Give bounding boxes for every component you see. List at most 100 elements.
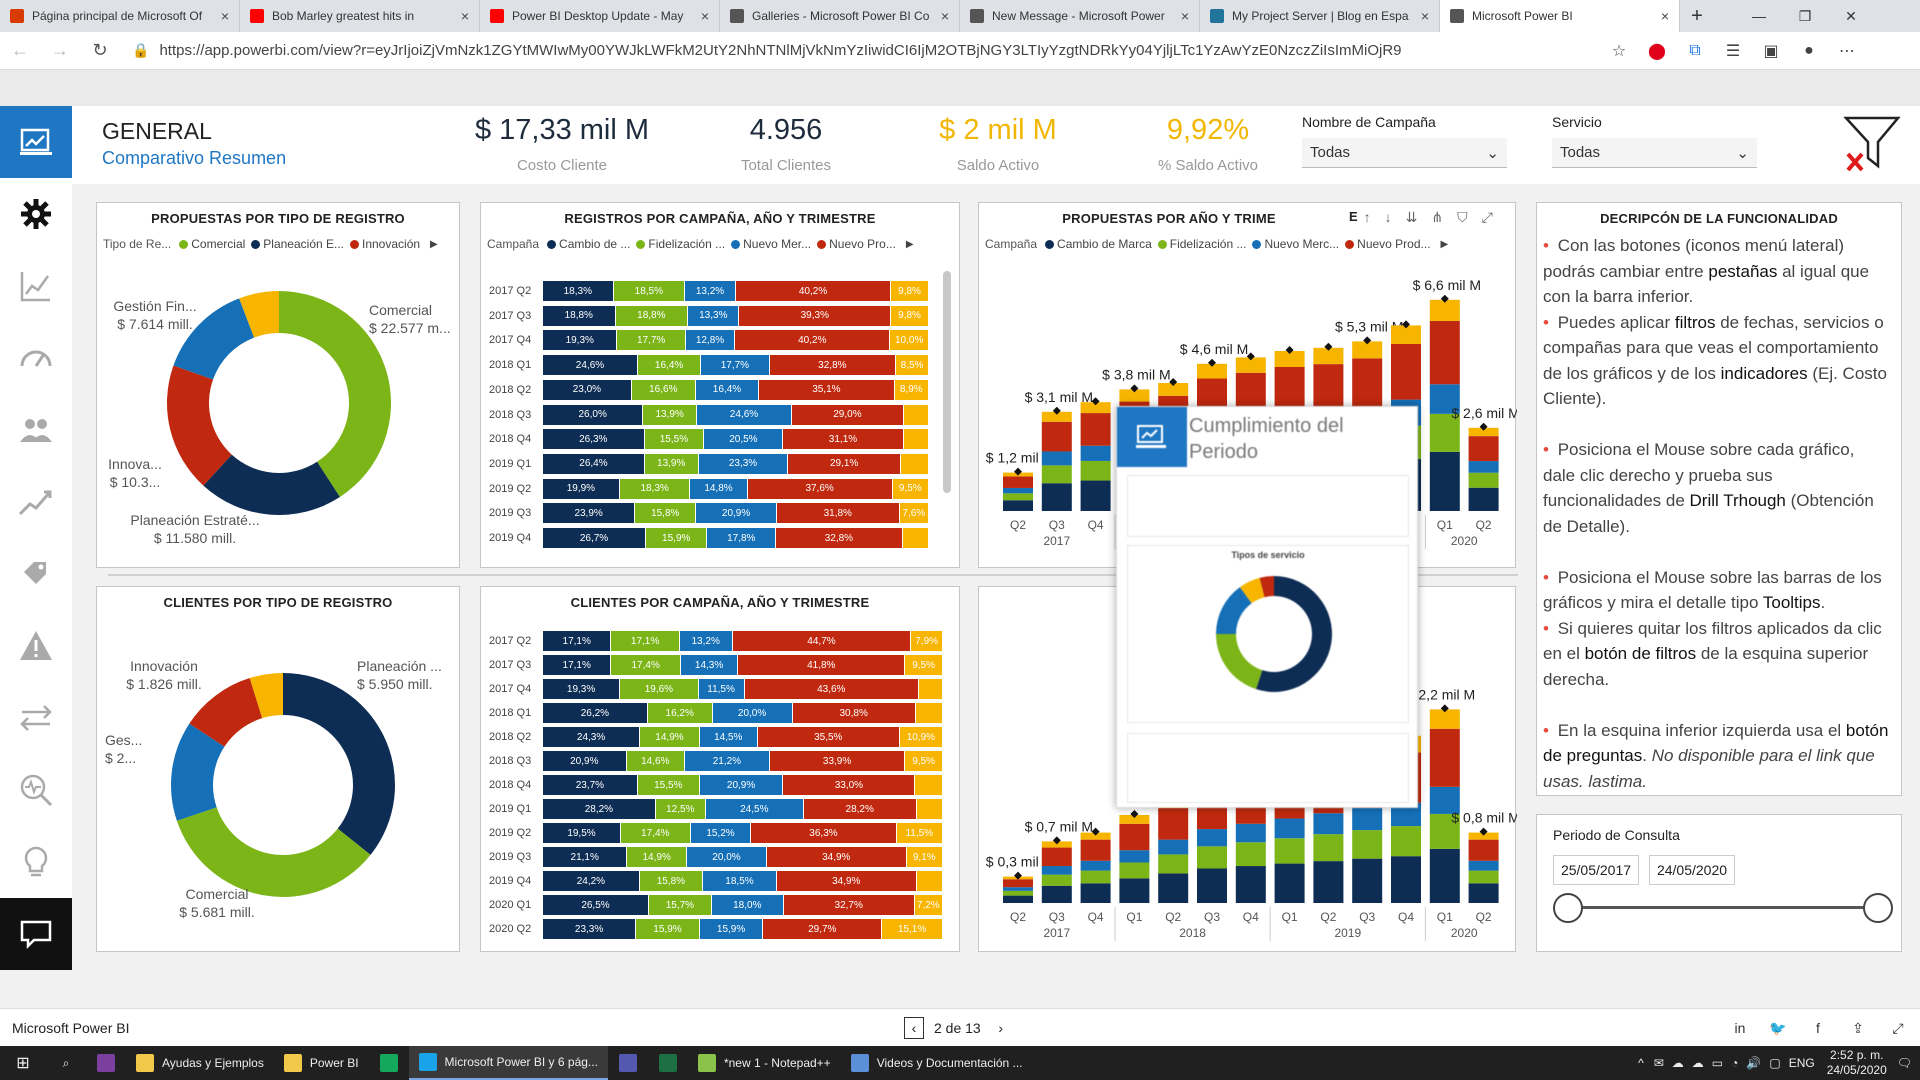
donut-slice[interactable]	[1216, 634, 1263, 690]
bar-segment[interactable]: 8,9%	[894, 379, 929, 400]
powerbi-desktop-app-icon[interactable]	[369, 1046, 409, 1080]
bar-segment[interactable]: 12,8%	[685, 330, 736, 351]
bar-segment[interactable]: 15,9%	[646, 528, 708, 548]
legend-item[interactable]: Cambio de ...	[547, 237, 630, 251]
browser-tab[interactable]: Galleries - Microsoft Power BI Co ×	[720, 0, 960, 32]
bar-segment[interactable]: 37,6%	[747, 478, 893, 499]
bar-segment[interactable]: 24,6%	[697, 404, 792, 425]
legend-item[interactable]: Nuevo Prod...	[1345, 237, 1431, 251]
bar-segment[interactable]: 24,5%	[705, 799, 804, 819]
column-segment[interactable]	[1468, 461, 1499, 473]
opera-extension-icon[interactable]: ⬤	[1638, 32, 1676, 70]
show-hidden-icons-icon[interactable]: ^	[1638, 1056, 1644, 1070]
bar-segment[interactable]: 14,9%	[640, 727, 700, 747]
bar-segment[interactable]: 35,5%	[757, 727, 900, 747]
column-segment[interactable]	[1468, 436, 1499, 462]
bar-segment[interactable]: 24,6%	[543, 355, 638, 376]
bar-segment[interactable]: 21,2%	[684, 751, 770, 771]
favorite-star-icon[interactable]: ☆	[1600, 32, 1638, 70]
column-segment[interactable]	[1158, 873, 1189, 903]
column-segment[interactable]	[1352, 807, 1383, 831]
bar-segment[interactable]: 19,3%	[543, 330, 618, 351]
nav-lightbulb-icon[interactable]	[0, 826, 72, 898]
propuestas-tipo-registro-panel[interactable]: PROPUESTAS POR TIPO DE REGISTRO Tipo de …	[96, 202, 460, 568]
nav-questions-chat-icon[interactable]	[0, 898, 72, 970]
legend-item[interactable]: Cambio de Marca	[1045, 237, 1152, 251]
bar-segment[interactable]: 14,3%	[680, 655, 739, 675]
registros-campana-panel[interactable]: REGISTROS POR CAMPAÑA, AÑO Y TRIMESTRE C…	[480, 202, 960, 568]
browser-tab[interactable]: Bob Marley greatest hits in ×	[240, 0, 480, 32]
outlook-tray-icon[interactable]: ✉	[1654, 1056, 1664, 1070]
bar-segment[interactable]: 26,3%	[543, 429, 645, 450]
column-segment[interactable]	[1429, 299, 1460, 321]
bar-segment[interactable]: 34,9%	[776, 871, 917, 891]
minimize-window-button[interactable]: —	[1736, 0, 1782, 32]
bar-segment[interactable]: 12,5%	[655, 799, 706, 819]
bar-segment[interactable]: 23,3%	[698, 453, 789, 474]
bar-segment[interactable]: 19,9%	[543, 478, 620, 499]
back-button[interactable]: ←	[0, 32, 40, 70]
bar-segment[interactable]: 28,2%	[543, 799, 656, 819]
stacked-bar-row[interactable]: 2017 Q4 19,3% 17,7% 12,8% 40,2% 10,0%	[487, 330, 929, 351]
column-segment[interactable]	[1197, 868, 1227, 903]
column-segment[interactable]	[1468, 472, 1499, 488]
stacked-bar-row[interactable]: 2019 Q4 26,7% 15,9% 17,8% 32,8%	[487, 528, 929, 548]
bar-segment[interactable]: 13,2%	[679, 631, 733, 651]
stacked-bar-row[interactable]: 2019 Q2 19,9% 18,3% 14,8% 37,6% 9,5%	[487, 478, 929, 499]
tab-close-icon[interactable]: ×	[221, 8, 229, 24]
stacked-bar-row[interactable]: 2017 Q4 19,3% 19,6% 11,5% 43,6%	[487, 679, 943, 699]
bar-segment[interactable]: 35,1%	[759, 379, 895, 400]
bar-segment[interactable]: 14,5%	[699, 727, 758, 747]
column-segment[interactable]	[1468, 860, 1499, 871]
meeting-icon[interactable]: ▢	[1769, 1056, 1780, 1070]
bar-segment[interactable]	[900, 453, 929, 474]
bar-segment[interactable]: 18,3%	[619, 478, 691, 499]
bar-segment[interactable]: 18,8%	[615, 305, 689, 326]
nav-warning-icon[interactable]	[0, 610, 72, 682]
favorites-list-icon[interactable]: ☰	[1714, 32, 1752, 70]
bar-segment[interactable]: 21,1%	[543, 847, 628, 867]
bar-segment[interactable]: 24,2%	[543, 871, 640, 891]
bar-segment[interactable]: 26,0%	[543, 404, 644, 425]
legend-item[interactable]: Planeación E...	[251, 237, 344, 251]
bar-segment[interactable]	[915, 703, 943, 723]
donut-chart[interactable]	[167, 669, 399, 901]
language-indicator[interactable]: ENG	[1789, 1056, 1815, 1070]
browser-tab[interactable]: New Message - Microsoft Power ×	[960, 0, 1200, 32]
new-tab-button[interactable]: +	[1680, 0, 1714, 32]
stacked-bar-row[interactable]: 2019 Q3 21,1% 14,9% 20,0% 34,9% 9,1%	[487, 847, 943, 867]
column-segment[interactable]	[1080, 883, 1111, 903]
bar-segment[interactable]: 17,8%	[707, 528, 777, 548]
taskbar-item-ayudas[interactable]: Ayudas y Ejemplos	[126, 1046, 274, 1080]
bar-segment[interactable]: 20,9%	[543, 751, 627, 771]
stacked-bar-row[interactable]: 2019 Q3 23,9% 15,8% 20,9% 31,8% 7,6%	[487, 503, 929, 524]
onedrive-cloud-icon[interactable]: ☁	[1672, 1056, 1684, 1070]
bar-segment[interactable]: 32,8%	[776, 528, 903, 548]
tab-close-icon[interactable]: ×	[1181, 8, 1189, 24]
column-segment[interactable]	[1429, 451, 1460, 511]
expand-next-level-icon[interactable]: ⇊	[1406, 209, 1418, 226]
bar-segment[interactable]: 31,8%	[776, 503, 900, 524]
nav-tag-icon[interactable]	[0, 538, 72, 610]
range-start-handle[interactable]	[1553, 893, 1583, 923]
bar-segment[interactable]: 13,9%	[644, 453, 699, 474]
column-segment[interactable]	[1041, 451, 1072, 466]
bar-segment[interactable]: 8,5%	[896, 355, 929, 376]
filter-icon[interactable]: ⛉	[1457, 209, 1468, 226]
bar-segment[interactable]: 29,0%	[791, 404, 904, 425]
bar-segment[interactable]: 13,2%	[685, 281, 736, 301]
column-segment[interactable]	[1468, 883, 1499, 903]
bar-segment[interactable]: 30,8%	[792, 703, 916, 723]
bar-segment[interactable]: 9,8%	[891, 305, 929, 326]
search-icon[interactable]: ⌕	[46, 1046, 86, 1080]
focus-mode-icon[interactable]: ⤢	[1482, 209, 1493, 226]
legend-item[interactable]: Nuevo Mer...	[731, 237, 811, 251]
bar-segment[interactable]: 17,4%	[621, 823, 691, 843]
column-segment[interactable]	[1274, 863, 1305, 903]
bar-segment[interactable]: 16,2%	[647, 703, 713, 723]
bar-segment[interactable]: 17,1%	[543, 631, 612, 651]
bar-segment[interactable]: 26,5%	[543, 895, 649, 915]
stacked-bar-row[interactable]: 2018 Q2 24,3% 14,9% 14,5% 35,5% 10,9%	[487, 727, 943, 747]
column-segment[interactable]	[1313, 834, 1344, 862]
bar-segment[interactable]: 18,3%	[543, 281, 614, 301]
